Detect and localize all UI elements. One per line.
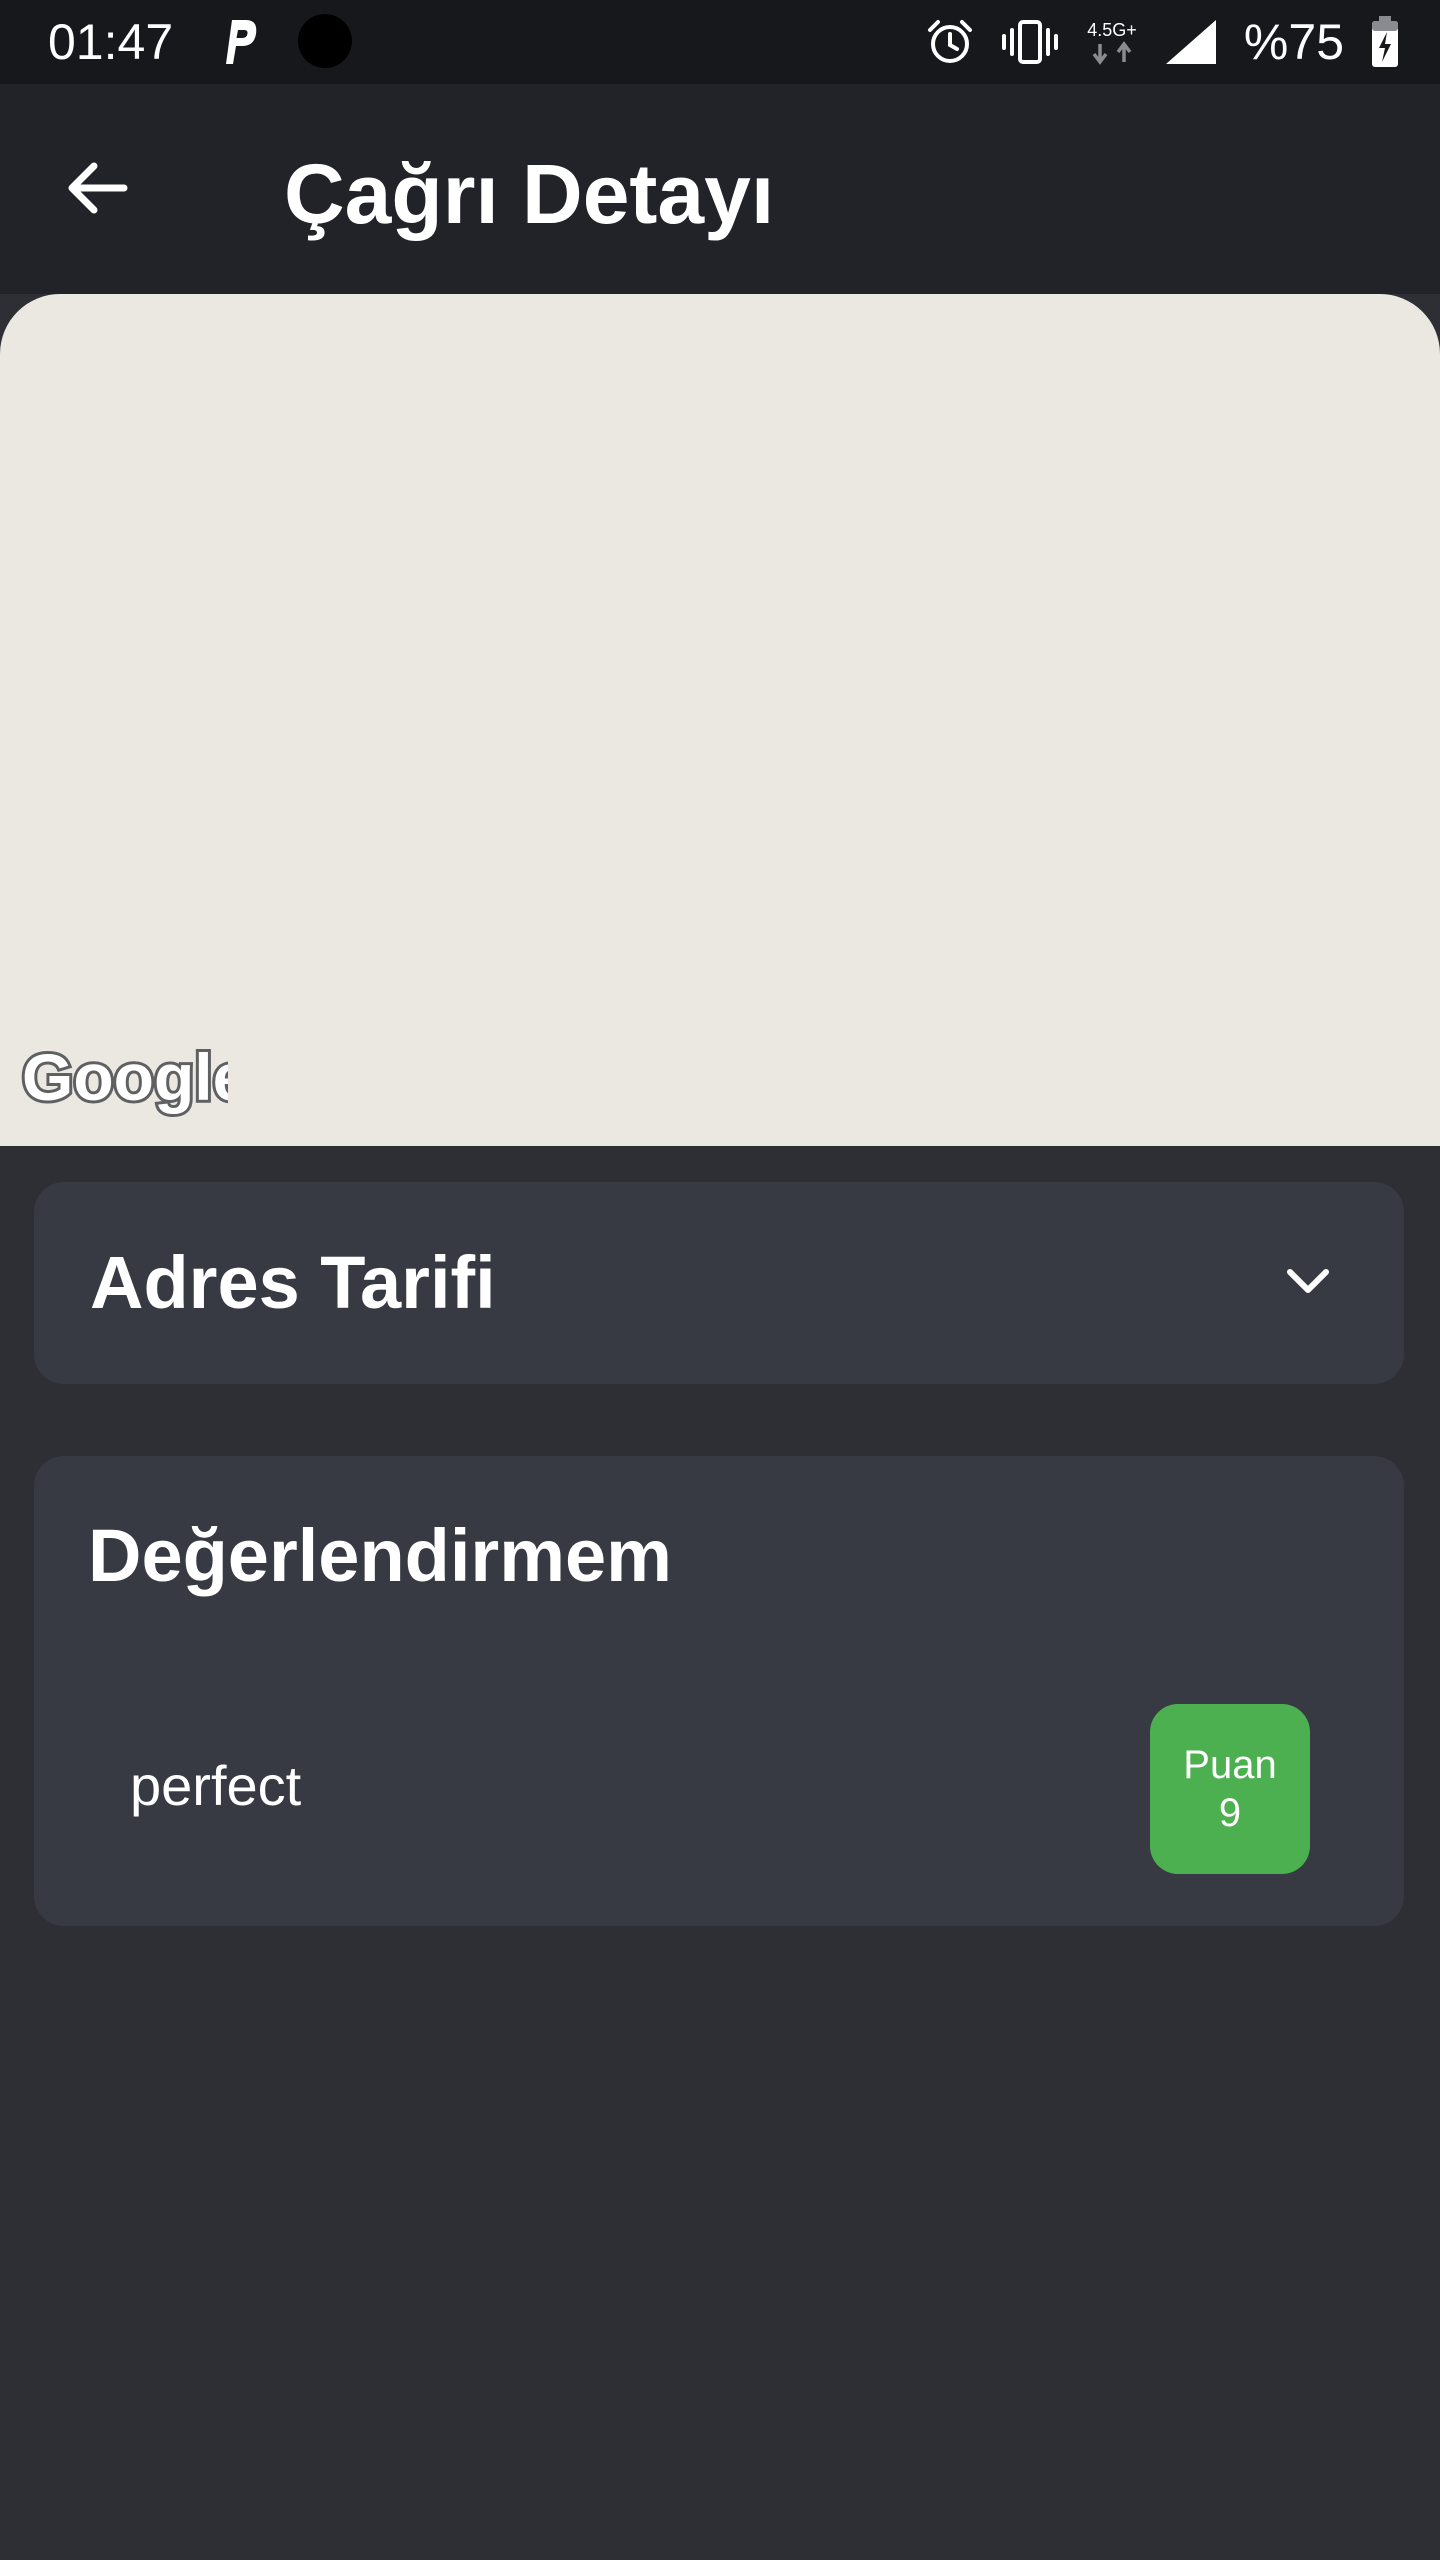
alarm-icon — [926, 18, 974, 66]
score-value: 9 — [1218, 1791, 1242, 1835]
battery-percent: %75 — [1243, 14, 1344, 70]
my-rating-card: Değerlendirmem perfect Puan 9 — [34, 1456, 1404, 1926]
battery-charging-icon — [1370, 16, 1400, 68]
network-label: 4.5G+ — [1087, 20, 1137, 40]
back-button[interactable] — [56, 150, 136, 230]
app-bar: Çağrı Detayı — [0, 84, 1440, 294]
rating-card-title: Değerlendirmem — [88, 1514, 672, 1597]
map-view[interactable]: Google — [0, 294, 1440, 1146]
network-type-icon: 4.5G+ — [1086, 16, 1138, 68]
status-time: 01:47 — [48, 14, 174, 70]
google-logo-text: Google — [22, 1040, 228, 1114]
score-label: Puan — [1183, 1743, 1277, 1787]
google-logo: Google — [18, 1037, 252, 1120]
parking-icon — [220, 14, 260, 68]
status-bar: 01:47 4.5G+ %75 — [0, 0, 1440, 84]
address-directions-card[interactable]: Adres Tarifi — [34, 1182, 1404, 1384]
address-card-title: Adres Tarifi — [90, 1241, 496, 1324]
arrow-left-icon — [64, 160, 128, 221]
score-badge: Puan 9 — [1150, 1704, 1310, 1874]
page-title: Çağrı Detayı — [284, 147, 775, 241]
signal-icon — [1164, 18, 1218, 66]
rating-comment: perfect — [130, 1754, 302, 1817]
status-icons: 4.5G+ %75 — [926, 14, 1400, 70]
chevron-down-icon[interactable] — [1270, 1244, 1346, 1320]
vibrate-icon — [1000, 18, 1060, 66]
camera-dot-icon — [298, 14, 352, 68]
